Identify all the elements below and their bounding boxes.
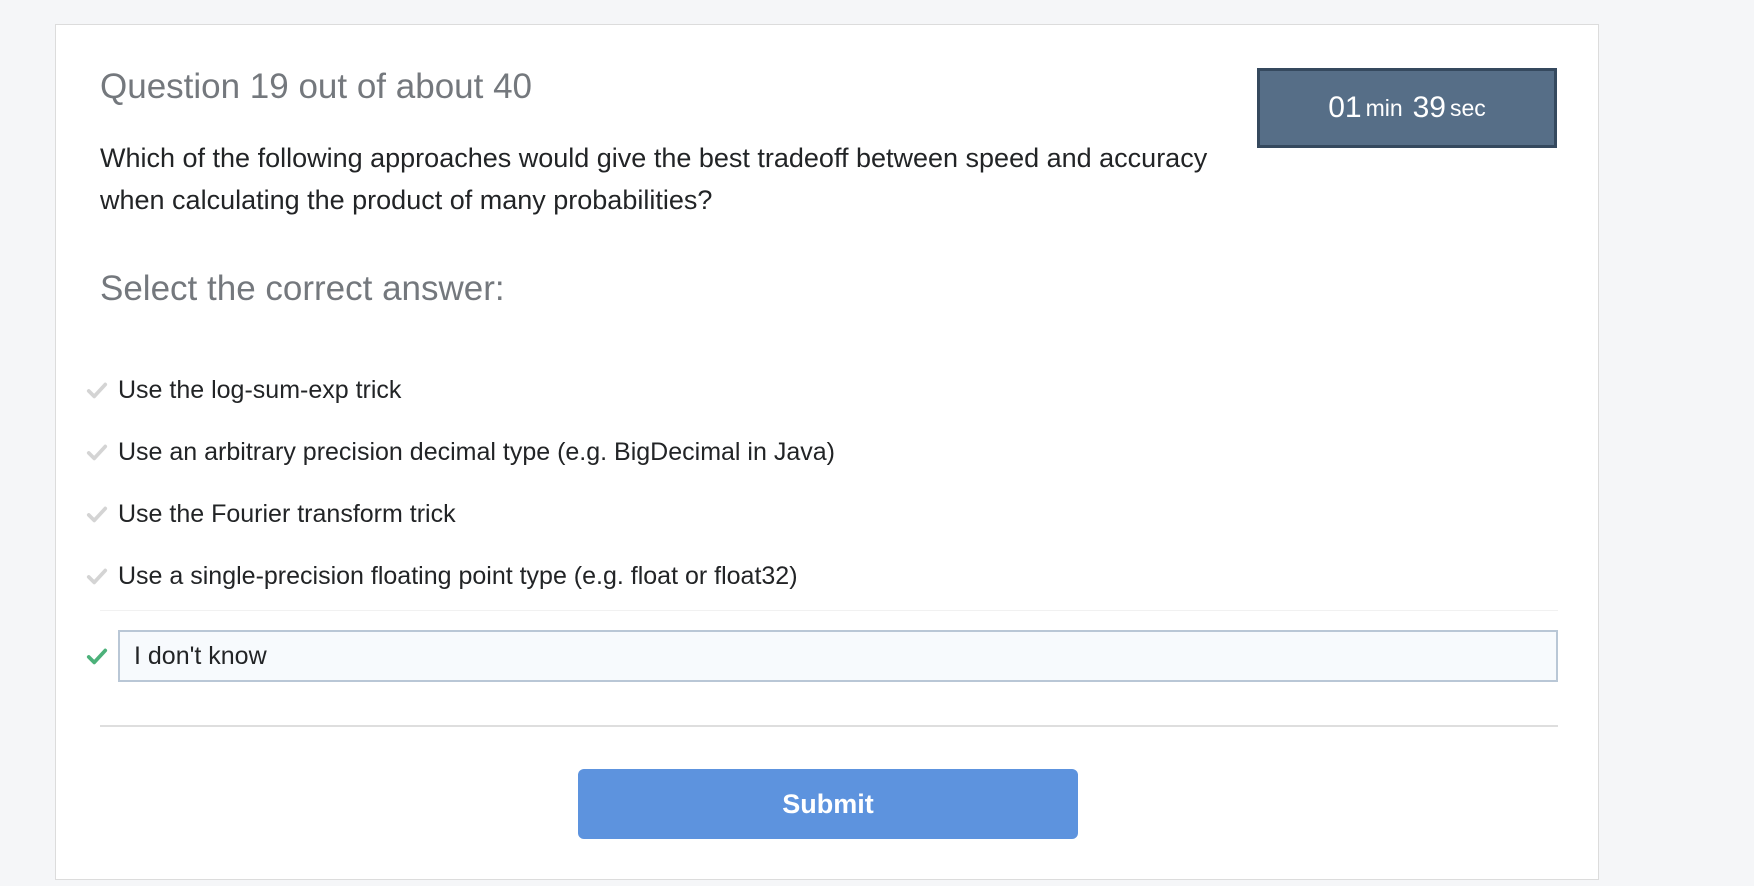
timer-seconds: 39 [1412, 91, 1446, 124]
answer-option-1[interactable]: Use the log-sum-exp trick [86, 359, 1516, 421]
answer-option-2[interactable]: Use an arbitrary precision decimal type … [86, 421, 1516, 483]
answer-option-label: Use a single-precision floating point ty… [118, 561, 798, 590]
answer-prompt: Select the correct answer: [100, 269, 505, 308]
checkmark-icon [86, 503, 118, 525]
options-divider [100, 610, 1558, 611]
question-text: Which of the following approaches would … [100, 143, 1208, 215]
answer-option-label: Use the log-sum-exp trick [118, 375, 402, 404]
quiz-card: Question 19 out of about 40 01 min 39 se… [55, 24, 1599, 880]
idk-option-selected[interactable]: I don't know [118, 630, 1558, 682]
checkmark-icon [86, 565, 118, 587]
answer-option-label: Use the Fourier transform trick [118, 499, 456, 528]
idk-label: I don't know [134, 641, 267, 670]
timer-minutes: 01 [1328, 91, 1362, 124]
idk-option[interactable]: I don't know [86, 630, 1558, 682]
submit-button[interactable]: Submit [578, 769, 1078, 839]
question-header: Question 19 out of about 40 [100, 67, 532, 106]
answer-option-label: Use an arbitrary precision decimal type … [118, 437, 835, 466]
answer-options: Use the log-sum-exp trick Use an arbitra… [86, 359, 1516, 607]
checkmark-icon [86, 645, 118, 667]
countdown-timer: 01 min 39 sec [1257, 68, 1557, 148]
checkmark-icon [86, 379, 118, 401]
answer-option-3[interactable]: Use the Fourier transform trick [86, 483, 1516, 545]
answer-option-4[interactable]: Use a single-precision floating point ty… [86, 545, 1516, 607]
timer-sec-label: sec [1450, 94, 1486, 121]
section-divider [100, 725, 1558, 727]
checkmark-icon [86, 441, 118, 463]
timer-min-label: min [1365, 94, 1403, 121]
